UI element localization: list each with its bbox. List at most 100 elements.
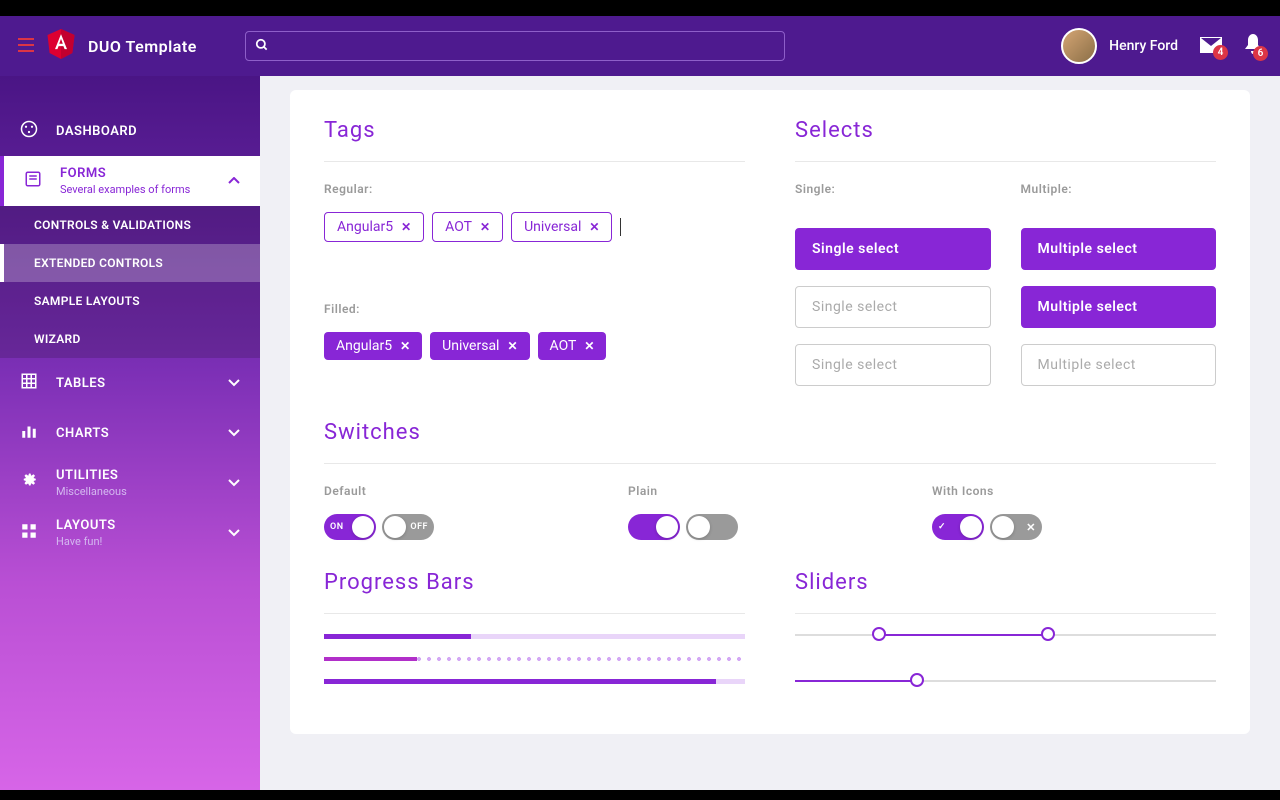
gear-icon (20, 472, 42, 494)
close-icon[interactable]: ✕ (589, 220, 599, 234)
switch-default-off[interactable]: OFF (382, 514, 434, 540)
chevron-down-icon (228, 425, 240, 441)
search-icon (255, 38, 269, 56)
select-multiple-filled[interactable]: Multiple select (1021, 286, 1217, 328)
progress-bar (324, 679, 745, 684)
sidebar-item-layouts[interactable]: LAYOUTS Have fun! (0, 508, 260, 558)
tag-regular[interactable]: Angular5✕ (324, 212, 424, 242)
progress-bar-dotted (324, 657, 745, 661)
select-single-outline[interactable]: Single select (795, 286, 991, 328)
label-with-icons: With Icons (932, 484, 1216, 498)
dashboard-icon (20, 120, 42, 142)
subnav-extended-controls[interactable]: EXTENDED CONTROLS (0, 244, 260, 282)
sidebar-item-label: LAYOUTS (56, 518, 116, 533)
label-default: Default (324, 484, 608, 498)
select-multiple-outline[interactable]: Multiple select (1021, 344, 1217, 386)
slider-handle[interactable] (910, 673, 924, 687)
slider-handle-low[interactable] (872, 627, 886, 641)
divider (324, 161, 745, 162)
sidebar-item-charts[interactable]: CHARTS (0, 408, 260, 458)
divider (795, 161, 1216, 162)
header: DUO Template Henry Ford 4 6 (0, 16, 1280, 76)
check-icon: ✓ (938, 522, 946, 532)
subnav-wizard[interactable]: WIZARD (0, 320, 260, 358)
tag-regular[interactable]: Universal✕ (511, 212, 612, 242)
switch-icons-on[interactable]: ✓ (932, 514, 984, 540)
section-title-sliders: Sliders (795, 570, 1216, 595)
close-icon[interactable]: ✕ (401, 220, 411, 234)
sidebar-item-label: UTILITIES (56, 468, 127, 483)
select-single-filled[interactable]: Single select (795, 228, 991, 270)
progress-bar (324, 634, 745, 639)
search-input[interactable] (245, 31, 785, 61)
hamburger-icon[interactable] (18, 36, 34, 57)
label-plain: Plain (628, 484, 912, 498)
sidebar-item-sublabel: Miscellaneous (56, 485, 127, 498)
close-icon[interactable]: ✕ (480, 220, 490, 234)
card: Tags Regular: Angular5✕ AOT✕ Universal✕ … (290, 90, 1250, 734)
label-multiple: Multiple: (1021, 182, 1217, 196)
sidebar-item-label: TABLES (56, 376, 106, 391)
tables-icon (20, 372, 42, 394)
search-container (245, 31, 785, 61)
chevron-down-icon (228, 525, 240, 541)
tag-filled[interactable]: Angular5✕ (324, 332, 422, 360)
sidebar-item-dashboard[interactable]: DASHBOARD (0, 106, 260, 156)
grid-icon (20, 522, 42, 544)
tag-regular[interactable]: AOT✕ (432, 212, 503, 242)
avatar[interactable] (1061, 28, 1097, 64)
username: Henry Ford (1109, 38, 1178, 54)
forms-submenu: CONTROLS & VALIDATIONS EXTENDED CONTROLS… (0, 206, 260, 358)
label-filled: Filled: (324, 302, 745, 316)
divider (324, 463, 1216, 464)
mail-icon[interactable]: 4 (1200, 34, 1222, 58)
close-icon[interactable]: ✕ (584, 339, 594, 353)
sidebar-item-utilities[interactable]: UTILITIES Miscellaneous (0, 458, 260, 508)
switch-icons-off[interactable]: ✕ (990, 514, 1042, 540)
mail-badge: 4 (1213, 45, 1228, 60)
chevron-up-icon (228, 173, 240, 189)
range-slider[interactable] (795, 634, 1216, 636)
sidebar-item-forms[interactable]: FORMS Several examples of forms (0, 156, 260, 206)
switch-plain-off[interactable] (686, 514, 738, 540)
close-icon: ✕ (1026, 521, 1036, 534)
subnav-sample-layouts[interactable]: SAMPLE LAYOUTS (0, 282, 260, 320)
sidebar-item-label: FORMS (60, 166, 190, 181)
sidebar: DASHBOARD FORMS Several examples of form… (0, 76, 260, 800)
text-cursor[interactable] (620, 218, 621, 236)
single-slider[interactable] (795, 680, 1216, 682)
tags-filled-row: Angular5✕ Universal✕ AOT✕ (324, 332, 745, 360)
tag-filled[interactable]: AOT✕ (538, 332, 607, 360)
tags-regular-row: Angular5✕ AOT✕ Universal✕ (324, 212, 745, 242)
section-title-switches: Switches (324, 420, 1216, 445)
slider-handle-high[interactable] (1041, 627, 1055, 641)
label-regular: Regular: (324, 182, 745, 196)
subnav-controls-validations[interactable]: CONTROLS & VALIDATIONS (0, 206, 260, 244)
switch-plain-on[interactable] (628, 514, 680, 540)
divider (324, 613, 745, 614)
sidebar-item-sublabel: Have fun! (56, 535, 116, 548)
bell-icon[interactable]: 6 (1244, 34, 1262, 59)
chevron-down-icon (228, 475, 240, 491)
forms-icon (24, 170, 46, 192)
close-icon[interactable]: ✕ (400, 339, 410, 353)
sidebar-item-sublabel: Several examples of forms (60, 183, 190, 196)
bell-badge: 6 (1253, 46, 1268, 61)
charts-icon (20, 422, 42, 444)
sidebar-item-label: DASHBOARD (56, 124, 137, 139)
tag-filled[interactable]: Universal✕ (430, 332, 529, 360)
logo-icon (46, 27, 88, 65)
divider (795, 613, 1216, 614)
label-single: Single: (795, 182, 991, 196)
sidebar-item-label: CHARTS (56, 426, 109, 441)
close-icon[interactable]: ✕ (507, 339, 517, 353)
sidebar-item-tables[interactable]: TABLES (0, 358, 260, 408)
switch-default-on[interactable]: ON (324, 514, 376, 540)
chevron-down-icon (228, 375, 240, 391)
select-single-outline[interactable]: Single select (795, 344, 991, 386)
section-title-progress: Progress Bars (324, 570, 745, 595)
brand-title: DUO Template (88, 37, 197, 56)
section-title-tags: Tags (324, 118, 745, 143)
section-title-selects: Selects (795, 118, 1216, 143)
select-multiple-filled[interactable]: Multiple select (1021, 228, 1217, 270)
